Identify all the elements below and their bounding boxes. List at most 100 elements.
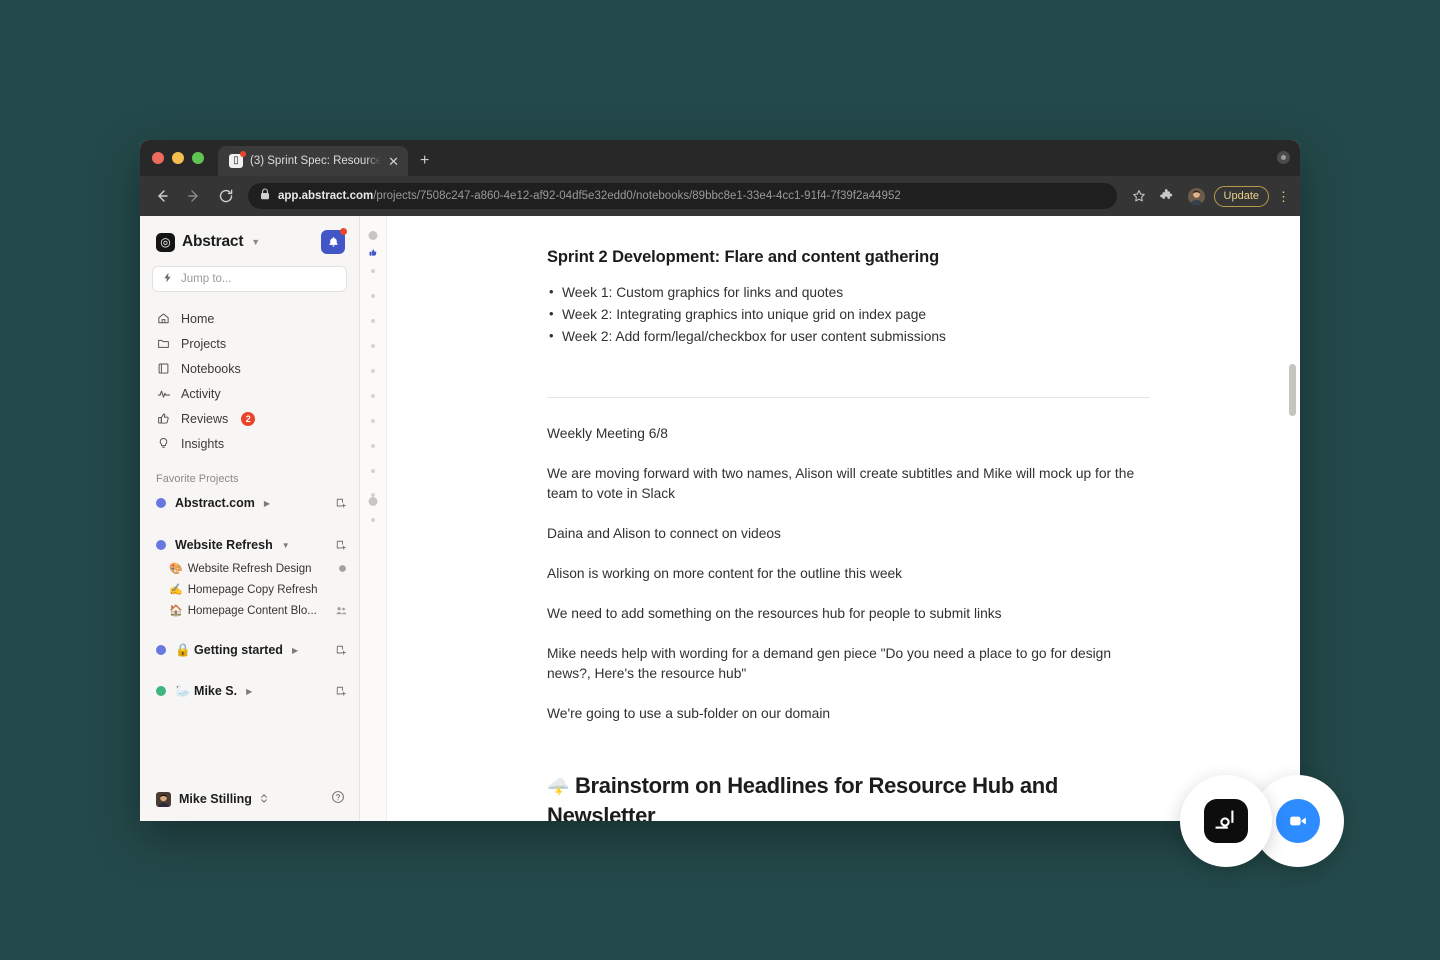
tab-notification-badge <box>240 151 246 157</box>
browser-toolbar: app.abstract.com/projects/7508c247-a860-… <box>140 176 1300 216</box>
abstract-app-button[interactable] <box>1180 775 1272 867</box>
sidebar-project-getting-started[interactable]: 🔒 Getting started ▶ <box>140 637 359 663</box>
paragraph: Daina and Alison to connect on videos <box>547 526 781 541</box>
new-notebook-icon[interactable] <box>335 497 347 509</box>
project-name: Abstract.com <box>175 496 255 510</box>
close-icon[interactable]: ✕ <box>388 155 399 168</box>
browser-tab[interactable]: ▯ (3) Sprint Spec: Resources Hub ✕ <box>218 146 408 176</box>
star-icon[interactable] <box>1127 184 1151 208</box>
profile-avatar[interactable] <box>1187 187 1205 205</box>
minimap-marker[interactable] <box>371 269 375 273</box>
browser-window: ▯ (3) Sprint Spec: Resources Hub ✕ + <box>140 140 1300 821</box>
document-scrollbar[interactable] <box>1289 364 1296 416</box>
arrow-right-icon[interactable] <box>180 182 208 210</box>
section-heading-text: Brainstorm on Headlines for Resource Hub… <box>547 773 1059 821</box>
minimap-marker[interactable] <box>371 394 375 398</box>
document-minimap-gutter[interactable] <box>360 216 387 821</box>
sidebar-item-notebooks[interactable]: Notebooks <box>150 356 349 381</box>
minimap-marker[interactable] <box>371 294 375 298</box>
up-down-chevron-icon[interactable] <box>260 793 268 806</box>
sidebar-item-insights[interactable]: Insights <box>150 431 349 456</box>
palette-emoji-icon: 🎨 <box>169 562 183 575</box>
new-notebook-icon[interactable] <box>335 539 347 551</box>
home-icon <box>156 311 171 326</box>
sidebar-item-label: Insights <box>181 436 225 451</box>
new-notebook-icon[interactable] <box>335 685 347 697</box>
sidebar-item-label: Activity <box>181 386 221 401</box>
address-bar[interactable]: app.abstract.com/projects/7508c247-a860-… <box>248 183 1117 209</box>
sidebar-notebook-website-refresh-design[interactable]: 🎨 Website Refresh Design <box>140 558 359 579</box>
project-color-dot <box>156 540 166 550</box>
notification-badge <box>340 228 347 235</box>
thumbs-up-icon <box>156 411 171 426</box>
notifications-button[interactable] <box>321 228 347 254</box>
sidebar-project-website-refresh[interactable]: Website Refresh ▼ <box>140 532 359 558</box>
minimap-marker[interactable] <box>371 319 375 323</box>
sidebar-item-reviews[interactable]: Reviews 2 <box>150 406 349 431</box>
minimize-window-button[interactable] <box>172 152 184 164</box>
minimap-marker-active[interactable] <box>368 497 378 506</box>
minimap-marker[interactable] <box>371 469 375 473</box>
minimap-marker[interactable] <box>371 444 375 448</box>
minimap-marker[interactable] <box>371 419 375 423</box>
minimap-marker[interactable] <box>371 344 375 348</box>
arrow-left-icon[interactable] <box>148 182 176 210</box>
sidebar-item-activity[interactable]: Activity <box>150 381 349 406</box>
document-section-heading: 🌩️ Brainstorm on Headlines for Resource … <box>547 772 1107 821</box>
new-notebook-icon[interactable] <box>335 644 347 656</box>
minimap-marker[interactable] <box>371 369 375 373</box>
lock-icon <box>260 187 270 205</box>
chevron-down-icon[interactable]: ▼ <box>251 237 260 247</box>
puzzle-piece-icon[interactable] <box>1155 184 1179 208</box>
browser-tab-strip: ▯ (3) Sprint Spec: Resources Hub ✕ + <box>140 140 1300 176</box>
document-canvas: Sprint 2 Development: Flare and content … <box>387 216 1300 821</box>
video-camera-icon <box>1276 799 1320 843</box>
search-input[interactable]: Jump to... <box>152 266 347 292</box>
workspace-name[interactable]: Abstract <box>182 233 243 251</box>
maximize-window-button[interactable] <box>192 152 204 164</box>
house-emoji-icon: 🏠 <box>169 604 183 617</box>
sidebar-notebook-homepage-content-blog[interactable]: 🏠 Homepage Content Blo... <box>140 600 359 621</box>
notebook-name: Homepage Copy Refresh <box>187 583 318 596</box>
url-path: /projects/7508c247-a860-4e12-af92-04df5e… <box>373 190 901 202</box>
browser-tab-title: (3) Sprint Spec: Resources Hub <box>250 155 382 167</box>
cloud-lightning-emoji-icon: 🌩️ <box>547 777 570 798</box>
project-color-dot <box>156 686 166 696</box>
sidebar-notebook-homepage-copy-refresh[interactable]: ✍️ Homepage Copy Refresh <box>140 579 359 600</box>
sidebar-item-home[interactable]: Home <box>150 306 349 331</box>
gear-icon[interactable] <box>338 564 347 573</box>
minimap-marker[interactable] <box>371 518 375 522</box>
paragraph: Mike needs help with wording for a deman… <box>547 646 1112 681</box>
document-content: Sprint 2 Development: Flare and content … <box>387 216 1300 821</box>
paragraph: We need to add something on the resource… <box>547 606 1002 621</box>
chevron-right-icon[interactable]: ▶ <box>292 646 298 655</box>
list-item: Week 1: Custom graphics for links and qu… <box>547 282 1150 303</box>
close-window-button[interactable] <box>152 152 164 164</box>
reviews-count-badge: 2 <box>241 411 256 426</box>
tab-search-icon[interactable] <box>1277 151 1290 164</box>
abstract-logo-icon: ▯ <box>229 151 246 168</box>
kebab-menu-icon[interactable]: ⋮ <box>1277 190 1290 203</box>
paragraph: We are moving forward with two names, Al… <box>547 466 1135 501</box>
chevron-right-icon[interactable]: ▶ <box>264 499 270 508</box>
paragraph: We're going to use a sub-folder on our d… <box>547 706 831 721</box>
current-user-name[interactable]: Mike Stilling <box>179 792 252 806</box>
activity-pulse-icon <box>156 386 171 401</box>
people-icon[interactable] <box>336 606 347 615</box>
search-placeholder: Jump to... <box>181 273 232 285</box>
notebook-icon <box>156 361 171 376</box>
sidebar-project-abstract-com[interactable]: Abstract.com ▶ <box>140 490 359 516</box>
reload-icon[interactable] <box>212 182 240 210</box>
url-host: app.abstract.com <box>278 190 374 202</box>
update-button[interactable]: Update <box>1213 185 1269 207</box>
chevron-down-icon[interactable]: ▼ <box>282 541 290 550</box>
sidebar-project-mike-s[interactable]: 🦢 Mike S. ▶ <box>140 678 359 704</box>
new-tab-button[interactable]: + <box>408 146 441 176</box>
thumbs-up-icon[interactable] <box>369 248 378 259</box>
sidebar-item-label: Home <box>181 311 215 326</box>
sidebar-item-projects[interactable]: Projects <box>150 331 349 356</box>
minimap-marker[interactable] <box>368 231 378 240</box>
project-color-dot <box>156 645 166 655</box>
question-mark-icon[interactable] <box>331 790 345 809</box>
chevron-right-icon[interactable]: ▶ <box>246 687 252 696</box>
